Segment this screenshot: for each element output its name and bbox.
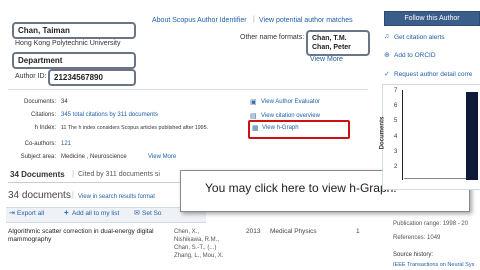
h-index-label: h Index: bbox=[34, 125, 56, 131]
references-count: References: 1049 bbox=[393, 235, 441, 241]
request-author-detail-link[interactable]: Request author detail corre bbox=[394, 71, 472, 78]
chart-ytick-3: 3 bbox=[394, 149, 398, 155]
author-evaluator-icon: ▣ bbox=[250, 99, 257, 106]
add-to-orcid-link[interactable]: Add to ORCID bbox=[394, 52, 436, 59]
source-history-link[interactable]: IEEE Transactions on Neural Sys bbox=[393, 262, 474, 268]
chart-ytick-5: 5 bbox=[394, 118, 398, 124]
export-icon: ⇥ bbox=[9, 210, 15, 217]
document-authors: Chen, X., Nishikawa, R.M., Chan, S.-T., … bbox=[174, 228, 223, 260]
documents-value: 34 bbox=[61, 99, 68, 105]
results-separator: | bbox=[72, 192, 74, 199]
document-source[interactable]: Medical Physics bbox=[270, 228, 317, 235]
link-separator: | bbox=[253, 16, 255, 23]
publication-range: Publication range: 1998 - 20 bbox=[393, 221, 469, 227]
document-cited-count[interactable]: 1 bbox=[356, 228, 360, 235]
documents-label: Documents: bbox=[23, 99, 56, 105]
citation-alerts-link[interactable]: Get citation alerts bbox=[394, 34, 445, 41]
source-history-label: Source history: bbox=[393, 252, 434, 258]
document-title[interactable]: Algorithmic scatter correction in dual-e… bbox=[8, 228, 168, 244]
orcid-icon: ⊕ bbox=[384, 52, 390, 59]
coauthors-value[interactable]: 121 bbox=[61, 141, 71, 147]
other-names-box: Chan, T.M. Chan, Peter bbox=[306, 30, 370, 56]
subject-area-value: Medicine , Neuroscience bbox=[61, 154, 127, 160]
h-graph-link[interactable]: View h-Graph bbox=[262, 125, 299, 131]
other-names-view-more[interactable]: View More bbox=[310, 56, 343, 63]
export-all-button[interactable]: Export all bbox=[17, 210, 44, 217]
author-1[interactable]: Chen, X., bbox=[174, 228, 223, 236]
chart-ytick-7: 7 bbox=[394, 88, 398, 94]
follow-author-button[interactable]: Follow this Author bbox=[384, 11, 480, 26]
author-id-label: Author ID: bbox=[15, 73, 47, 80]
h-graph-icon: ▦ bbox=[252, 125, 259, 132]
citation-overview-link[interactable]: View citation overview bbox=[261, 113, 320, 119]
bell-icon: ♫ bbox=[384, 33, 390, 40]
document-year: 2013 bbox=[246, 228, 261, 235]
author-3[interactable]: Chan, S.-T., (...) bbox=[174, 244, 223, 252]
request-detail-icon: ✓ bbox=[384, 71, 390, 78]
subject-area-label: Subject area: bbox=[20, 154, 56, 160]
search-results-format-link[interactable]: View in search results format bbox=[78, 194, 155, 200]
set-alert-button[interactable]: Set So bbox=[142, 210, 162, 217]
citations-value[interactable]: 345 total citations by 311 documents bbox=[61, 112, 158, 118]
chart-ylabel: Documents bbox=[379, 116, 386, 150]
chart-y-axis-line bbox=[402, 90, 403, 180]
affiliation-text: Hong Kong Polytechnic University bbox=[15, 40, 121, 47]
chart-ytick-2: 2 bbox=[394, 164, 398, 170]
tab-cited-by[interactable]: Cited by 311 documents si bbox=[78, 171, 160, 178]
other-name-formats-label: Other name formats: bbox=[240, 34, 305, 41]
other-name-1: Chan, T.M. bbox=[312, 35, 347, 42]
subject-area-view-more[interactable]: View More bbox=[148, 154, 176, 160]
author-4[interactable]: Zhang, L., Mou, X. bbox=[174, 252, 223, 260]
chart-line bbox=[404, 178, 466, 179]
results-heading: 34 documents bbox=[8, 190, 71, 201]
about-author-identifier-link[interactable]: About Scopus Author Identifier bbox=[152, 17, 247, 24]
chart-ytick-6: 6 bbox=[394, 103, 398, 109]
tab-documents[interactable]: 34 Documents bbox=[10, 170, 65, 179]
add-icon: + bbox=[64, 208, 69, 217]
author-id-field: 21234567890 bbox=[48, 69, 136, 86]
divider bbox=[8, 89, 368, 90]
author-evaluator-link[interactable]: View Author Evaluator bbox=[261, 99, 320, 105]
coauthors-label: Co-authors: bbox=[24, 141, 56, 147]
other-name-2: Chan, Peter bbox=[312, 44, 351, 51]
citation-overview-icon: ▤ bbox=[250, 113, 257, 120]
add-all-to-list-button[interactable]: Add all to my list bbox=[72, 210, 119, 217]
tab-separator: | bbox=[72, 169, 75, 178]
chart-ytick-4: 4 bbox=[394, 134, 398, 140]
potential-author-matches-link[interactable]: View potential author matches bbox=[259, 17, 353, 24]
author-2[interactable]: Nishikawa, R.M., bbox=[174, 236, 223, 244]
tooltip-text: You may click here to view h-Graph. bbox=[205, 181, 397, 195]
chart-bar bbox=[466, 92, 478, 180]
author-name-field: Chan, Taiman bbox=[12, 22, 136, 39]
citations-label: Citations: bbox=[30, 112, 56, 118]
h-index-value: 11 The h index considers Scopus articles… bbox=[61, 125, 209, 131]
department-field: Department bbox=[12, 52, 136, 69]
alert-icon: ✉ bbox=[134, 210, 140, 217]
